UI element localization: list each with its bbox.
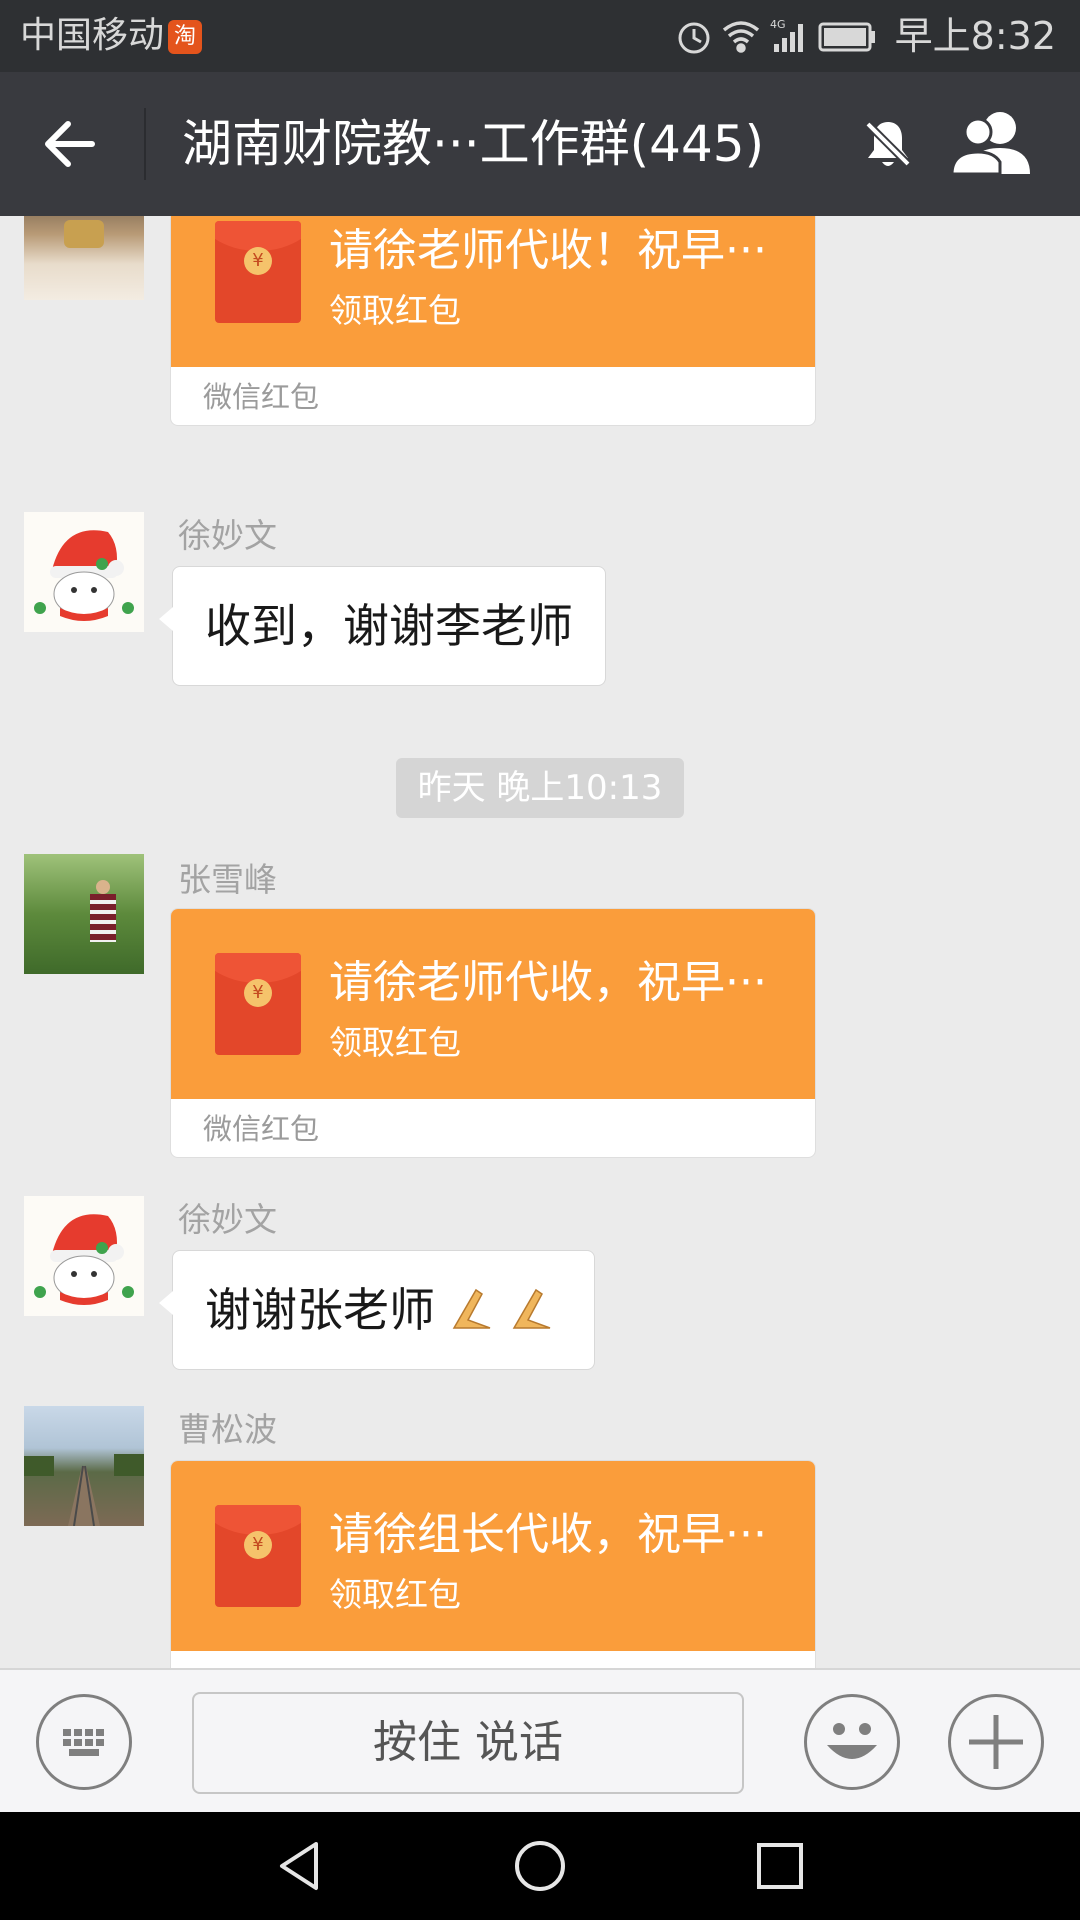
avatar[interactable] <box>24 1196 144 1316</box>
red-packet-footer: 微信红包 <box>203 380 320 414</box>
avatar-person-body <box>90 894 116 942</box>
hold-to-talk-button[interactable]: 按住 说话 <box>192 1692 744 1794</box>
mute-bell-icon <box>865 121 911 167</box>
back-arrow-icon[interactable] <box>36 108 108 180</box>
railway-photo-image <box>24 1454 144 1526</box>
red-envelope-icon: ¥ <box>215 221 301 323</box>
system-navigation-bar <box>0 1812 1080 1920</box>
sender-name: 曹松波 <box>178 1410 277 1449</box>
text-message[interactable]: 谢谢张老师 <box>159 1250 595 1370</box>
avatar[interactable] <box>24 216 144 300</box>
nav-recents-icon[interactable] <box>750 1836 810 1896</box>
red-packet-message[interactable]: ¥ 请徐组长代收，祝早··· 领取红包 <box>170 1460 816 1668</box>
input-bar: 按住 说话 <box>0 1668 1080 1812</box>
battery-icon <box>818 22 875 52</box>
red-envelope-icon: ¥ <box>215 953 301 1055</box>
red-packet-subtitle: 领取红包 <box>329 1023 461 1062</box>
avatar[interactable] <box>24 1406 144 1526</box>
christmas-avatar-image <box>24 1196 144 1316</box>
nav-home-icon[interactable] <box>510 1836 570 1896</box>
status-icons: 4G <box>678 18 875 54</box>
sender-name: 徐妙文 <box>178 1200 277 1239</box>
avatar[interactable] <box>24 854 144 974</box>
sender-name: 徐妙文 <box>178 516 277 555</box>
avatar[interactable] <box>24 512 144 632</box>
more-options-button[interactable] <box>948 1694 1044 1790</box>
text-message[interactable]: 收到，谢谢李老师 <box>159 566 606 686</box>
praying-hands-emoji-icon <box>452 1288 550 1329</box>
red-packet-subtitle: 领取红包 <box>329 1575 461 1614</box>
keyboard-toggle-button[interactable] <box>36 1694 132 1790</box>
emoji-icon <box>827 1723 877 1759</box>
coin-icon: ¥ <box>244 979 272 1007</box>
avatar-photo <box>64 220 104 248</box>
status-bar: 中国移动 淘 4G 早上8:32 <box>0 0 1080 72</box>
plus-icon <box>969 1715 1023 1769</box>
wifi-icon <box>722 21 760 53</box>
carrier-name: 中国移动 <box>20 15 165 56</box>
alarm-icon <box>678 22 710 54</box>
sender-name: 张雪峰 <box>178 860 277 899</box>
red-packet-title: 请徐组长代收，祝早··· <box>329 1509 767 1560</box>
network-type: 4G <box>770 18 786 31</box>
red-envelope-icon: ¥ <box>215 1505 301 1607</box>
red-packet-message[interactable]: ¥ 请徐老师代收！祝早··· 领取红包 微信红包 <box>170 216 816 426</box>
message-text: 谢谢张老师 <box>205 1283 435 1337</box>
coin-icon: ¥ <box>244 1531 272 1559</box>
header-divider <box>144 108 146 180</box>
red-packet-title: 请徐老师代收！祝早··· <box>329 225 767 276</box>
nav-back-icon[interactable] <box>270 1836 330 1896</box>
message-list[interactable]: ¥ 请徐老师代收！祝早··· 领取红包 微信红包 徐妙文 收到，谢谢李老师 昨天… <box>0 216 1080 1668</box>
taobao-notification-icon: 淘 <box>168 20 202 54</box>
status-time: 早上8:32 <box>894 14 1056 58</box>
emoji-button[interactable] <box>804 1694 900 1790</box>
time-divider: 昨天 晚上10:13 <box>396 758 684 818</box>
red-packet-message[interactable]: ¥ 请徐老师代收，祝早··· 领取红包 微信红包 <box>170 908 816 1158</box>
christmas-avatar-image <box>24 512 144 632</box>
red-packet-footer: 微信红包 <box>203 1112 320 1146</box>
chat-header: 湖南财院教···工作群(445) <box>0 72 1080 216</box>
red-packet-subtitle: 领取红包 <box>329 291 461 330</box>
coin-icon: ¥ <box>244 247 272 275</box>
group-members-icon[interactable] <box>950 108 1040 180</box>
keyboard-icon <box>63 1729 104 1756</box>
red-packet-title: 请徐老师代收，祝早··· <box>329 957 767 1008</box>
avatar-person-head <box>96 880 110 894</box>
chat-title: 湖南财院教···工作群(445) <box>182 115 765 173</box>
